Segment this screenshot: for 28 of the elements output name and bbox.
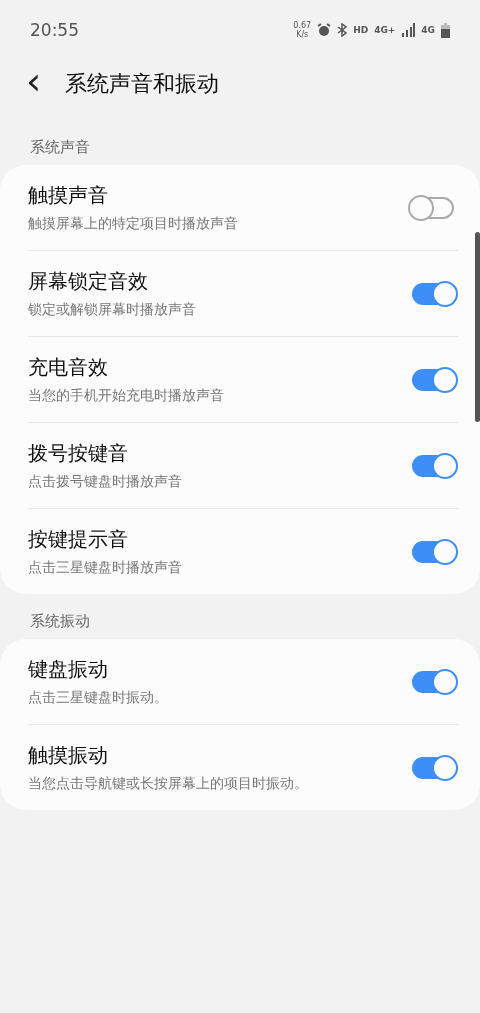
- network-label: 4G+: [374, 25, 396, 35]
- setting-title: 触摸振动: [28, 742, 109, 769]
- setting-title: 按键提示音: [28, 526, 129, 553]
- bluetooth-icon: [337, 23, 348, 37]
- setting-title: 充电音效: [28, 354, 109, 381]
- setting-description: 当您的手机开始充电时播放声音: [28, 387, 225, 405]
- network-label: 4G: [421, 25, 435, 35]
- speed-value: 0.67: [293, 21, 312, 30]
- page-title: 系统声音和振动: [65, 70, 220, 98]
- section-title: 系统声音: [29, 138, 91, 157]
- battery-icon: [441, 22, 450, 38]
- setting-description: 触摸屏幕上的特定项目时播放声音: [28, 215, 239, 233]
- setting-description: 点击三星键盘时振动。: [28, 689, 169, 707]
- setting-description: 锁定或解锁屏幕时播放声音: [28, 301, 197, 319]
- setting-title: 键盘振动: [28, 656, 109, 683]
- setting-title: 触摸声音: [28, 182, 109, 209]
- status-time: 20:55: [30, 20, 80, 40]
- hd-label: HD: [353, 25, 369, 35]
- setting-title: 拨号按键音: [28, 440, 129, 467]
- setting-description: 点击拨号键盘时播放声音: [28, 473, 183, 491]
- setting-description: 点击三星键盘时播放声音: [28, 559, 183, 577]
- speed-unit: K/s: [296, 30, 309, 39]
- signal-icon: [401, 23, 416, 37]
- back-button[interactable]: ‹: [22, 66, 46, 102]
- setting-description: 当您点击导航键或长按屏幕上的项目时振动。: [28, 775, 309, 793]
- alarm-icon: [317, 23, 332, 37]
- section-title: 系统振动: [29, 612, 91, 631]
- setting-title: 屏幕锁定音效: [28, 268, 149, 295]
